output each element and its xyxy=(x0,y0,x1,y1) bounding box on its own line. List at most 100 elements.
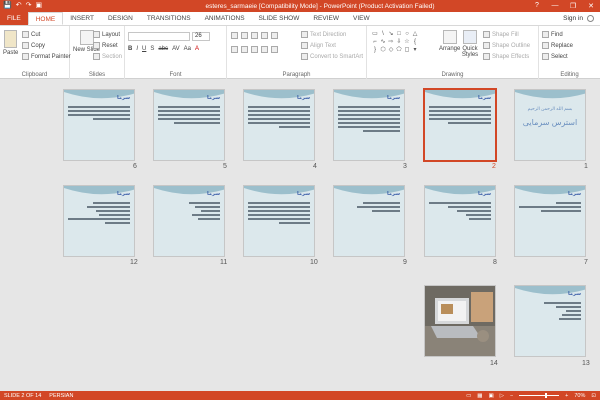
tab-slide-show[interactable]: SLIDE SHOW xyxy=(252,12,307,25)
slide-thumbnail-6[interactable]: سرما xyxy=(63,89,135,161)
undo-icon[interactable]: ↶ xyxy=(16,1,22,11)
fit-slide-icon[interactable]: ⊡ xyxy=(591,393,596,399)
shape-effects-button[interactable]: Shape Effects xyxy=(483,53,529,60)
redo-icon[interactable]: ↷ xyxy=(26,1,32,11)
shape-more-icon[interactable]: ▾ xyxy=(411,46,419,54)
shapes-gallery[interactable]: ▭ \ ↘ □ ○ △ ⌐ ∿ ⇨ ⇩ ☆{ } ⬡ ◇ ⬠ ◻ ▾ xyxy=(371,30,419,62)
shape-lshape-icon[interactable]: ⌐ xyxy=(371,38,379,46)
bold-button[interactable]: B xyxy=(128,46,132,52)
increase-indent-icon[interactable] xyxy=(261,32,268,39)
help-icon[interactable]: ? xyxy=(528,2,546,10)
bullets-icon[interactable] xyxy=(231,32,238,39)
start-slideshow-icon[interactable]: ▣ xyxy=(35,1,42,11)
shape-pentagon-icon[interactable]: ⬠ xyxy=(395,46,403,54)
slideshow-view-icon[interactable]: ▷ xyxy=(500,393,504,399)
shape-line-icon[interactable]: \ xyxy=(379,30,387,38)
convert-smartart-button[interactable]: Convert to SmartArt xyxy=(301,53,363,60)
slide-thumbnail-5[interactable]: سرما xyxy=(153,89,225,161)
shape-callout-icon[interactable]: ◻ xyxy=(403,46,411,54)
zoom-slider[interactable] xyxy=(519,393,560,398)
strikethrough-button[interactable]: abc xyxy=(158,46,168,52)
text-direction-button[interactable]: Text Direction xyxy=(301,31,346,38)
copy-button[interactable]: Copy xyxy=(22,42,45,49)
zoom-slider-thumb[interactable] xyxy=(545,393,548,398)
font-size-box[interactable]: 26 xyxy=(192,32,210,41)
tab-file[interactable]: FILE xyxy=(0,12,28,25)
slide-thumbnail-4[interactable]: سرما xyxy=(243,89,315,161)
select-button[interactable]: Select xyxy=(542,53,568,60)
slide-thumbnail-9[interactable]: سرما xyxy=(333,185,405,257)
line-spacing-icon[interactable] xyxy=(271,32,278,39)
align-left-icon[interactable] xyxy=(231,46,238,53)
zoom-out-icon[interactable]: − xyxy=(510,393,513,399)
numbering-icon[interactable] xyxy=(241,32,248,39)
sign-in[interactable]: Sign in xyxy=(563,12,600,25)
slide-thumbnail-8[interactable]: سرما xyxy=(424,185,496,257)
reset-button[interactable]: Reset xyxy=(93,42,118,49)
font-name-box[interactable] xyxy=(128,32,190,41)
tab-insert[interactable]: INSERT xyxy=(63,12,101,25)
shape-curve-icon[interactable]: ∿ xyxy=(379,38,387,46)
shadow-button[interactable]: S xyxy=(150,46,154,52)
tab-animations[interactable]: ANIMATIONS xyxy=(198,12,252,25)
cut-button[interactable]: Cut xyxy=(22,31,40,38)
font-color-button[interactable]: A xyxy=(195,46,199,52)
shape-fill-button[interactable]: Shape Fill xyxy=(483,31,519,38)
tab-review[interactable]: REVIEW xyxy=(306,12,346,25)
find-button[interactable]: Find xyxy=(542,31,563,38)
sign-in-label[interactable]: Sign in xyxy=(563,15,583,22)
columns-icon[interactable] xyxy=(271,46,278,53)
shape-rect-icon[interactable]: □ xyxy=(395,30,403,38)
quick-styles-button[interactable]: Quick Styles xyxy=(459,30,481,58)
shape-outline-button[interactable]: Shape Outline xyxy=(483,42,530,49)
section-button[interactable]: Section xyxy=(93,53,122,60)
underline-button[interactable]: U xyxy=(142,46,146,52)
shape-star-icon[interactable]: ☆ xyxy=(403,38,411,46)
tab-view[interactable]: VIEW xyxy=(346,12,377,25)
slide-sorter[interactable]: بسم الله الرحمن الرحیم استرس سرمایی 1 سر… xyxy=(0,79,600,391)
slide-thumbnail-14[interactable] xyxy=(424,285,496,357)
zoom-level[interactable]: 70% xyxy=(574,393,585,399)
layout-button[interactable]: Layout xyxy=(93,31,120,38)
format-painter-button[interactable]: Format Painter xyxy=(22,53,71,60)
slide-thumbnail-13[interactable]: سرما xyxy=(514,285,586,357)
italic-button[interactable]: I xyxy=(136,46,138,52)
shape-text-box-icon[interactable]: ▭ xyxy=(371,30,379,38)
align-center-icon[interactable] xyxy=(241,46,248,53)
change-case-button[interactable]: Aa xyxy=(184,46,191,52)
zoom-in-icon[interactable]: + xyxy=(565,393,568,399)
sorter-view-icon[interactable]: ▦ xyxy=(477,393,482,399)
shape-oval-icon[interactable]: ○ xyxy=(403,30,411,38)
slide-thumbnail-2[interactable]: سرما xyxy=(423,88,497,162)
tab-home[interactable]: HOME xyxy=(27,12,64,25)
paste-button[interactable]: Paste xyxy=(3,30,18,56)
restore-button[interactable]: ❐ xyxy=(564,2,582,10)
shape-arrow-icon[interactable]: ↘ xyxy=(387,30,395,38)
shape-triangle-icon[interactable]: △ xyxy=(411,30,419,38)
reading-view-icon[interactable]: ▣ xyxy=(489,393,494,399)
slide-thumbnail-11[interactable]: سرما xyxy=(153,185,225,257)
language-indicator[interactable]: PERSIAN xyxy=(49,393,73,399)
align-right-icon[interactable] xyxy=(251,46,258,53)
justify-icon[interactable] xyxy=(261,46,268,53)
shape-brace-icon[interactable]: { xyxy=(411,38,419,46)
decrease-indent-icon[interactable] xyxy=(251,32,258,39)
char-spacing-button[interactable]: AV xyxy=(172,46,180,52)
close-button[interactable]: ✕ xyxy=(582,2,600,10)
replace-button[interactable]: Replace xyxy=(542,42,573,49)
normal-view-icon[interactable]: ▭ xyxy=(466,393,471,399)
save-icon[interactable]: 💾 xyxy=(3,1,12,11)
slide-thumbnail-7[interactable]: سرما xyxy=(514,185,586,257)
shape-diamond-icon[interactable]: ◇ xyxy=(387,46,395,54)
shape-darrow-icon[interactable]: ⇩ xyxy=(395,38,403,46)
slide-thumbnail-1[interactable]: بسم الله الرحمن الرحیم استرس سرمایی xyxy=(514,89,586,161)
slide-thumbnail-10[interactable]: سرما xyxy=(243,185,315,257)
shape-brace-right-icon[interactable]: } xyxy=(371,46,379,54)
arrange-button[interactable]: Arrange xyxy=(439,30,460,52)
align-text-button[interactable]: Align Text xyxy=(301,42,336,49)
minimize-button[interactable]: — xyxy=(546,2,564,10)
tab-transitions[interactable]: TRANSITIONS xyxy=(140,12,198,25)
shape-hexagon-icon[interactable]: ⬡ xyxy=(379,46,387,54)
tab-design[interactable]: DESIGN xyxy=(101,12,140,25)
shape-rarrow-icon[interactable]: ⇨ xyxy=(387,38,395,46)
